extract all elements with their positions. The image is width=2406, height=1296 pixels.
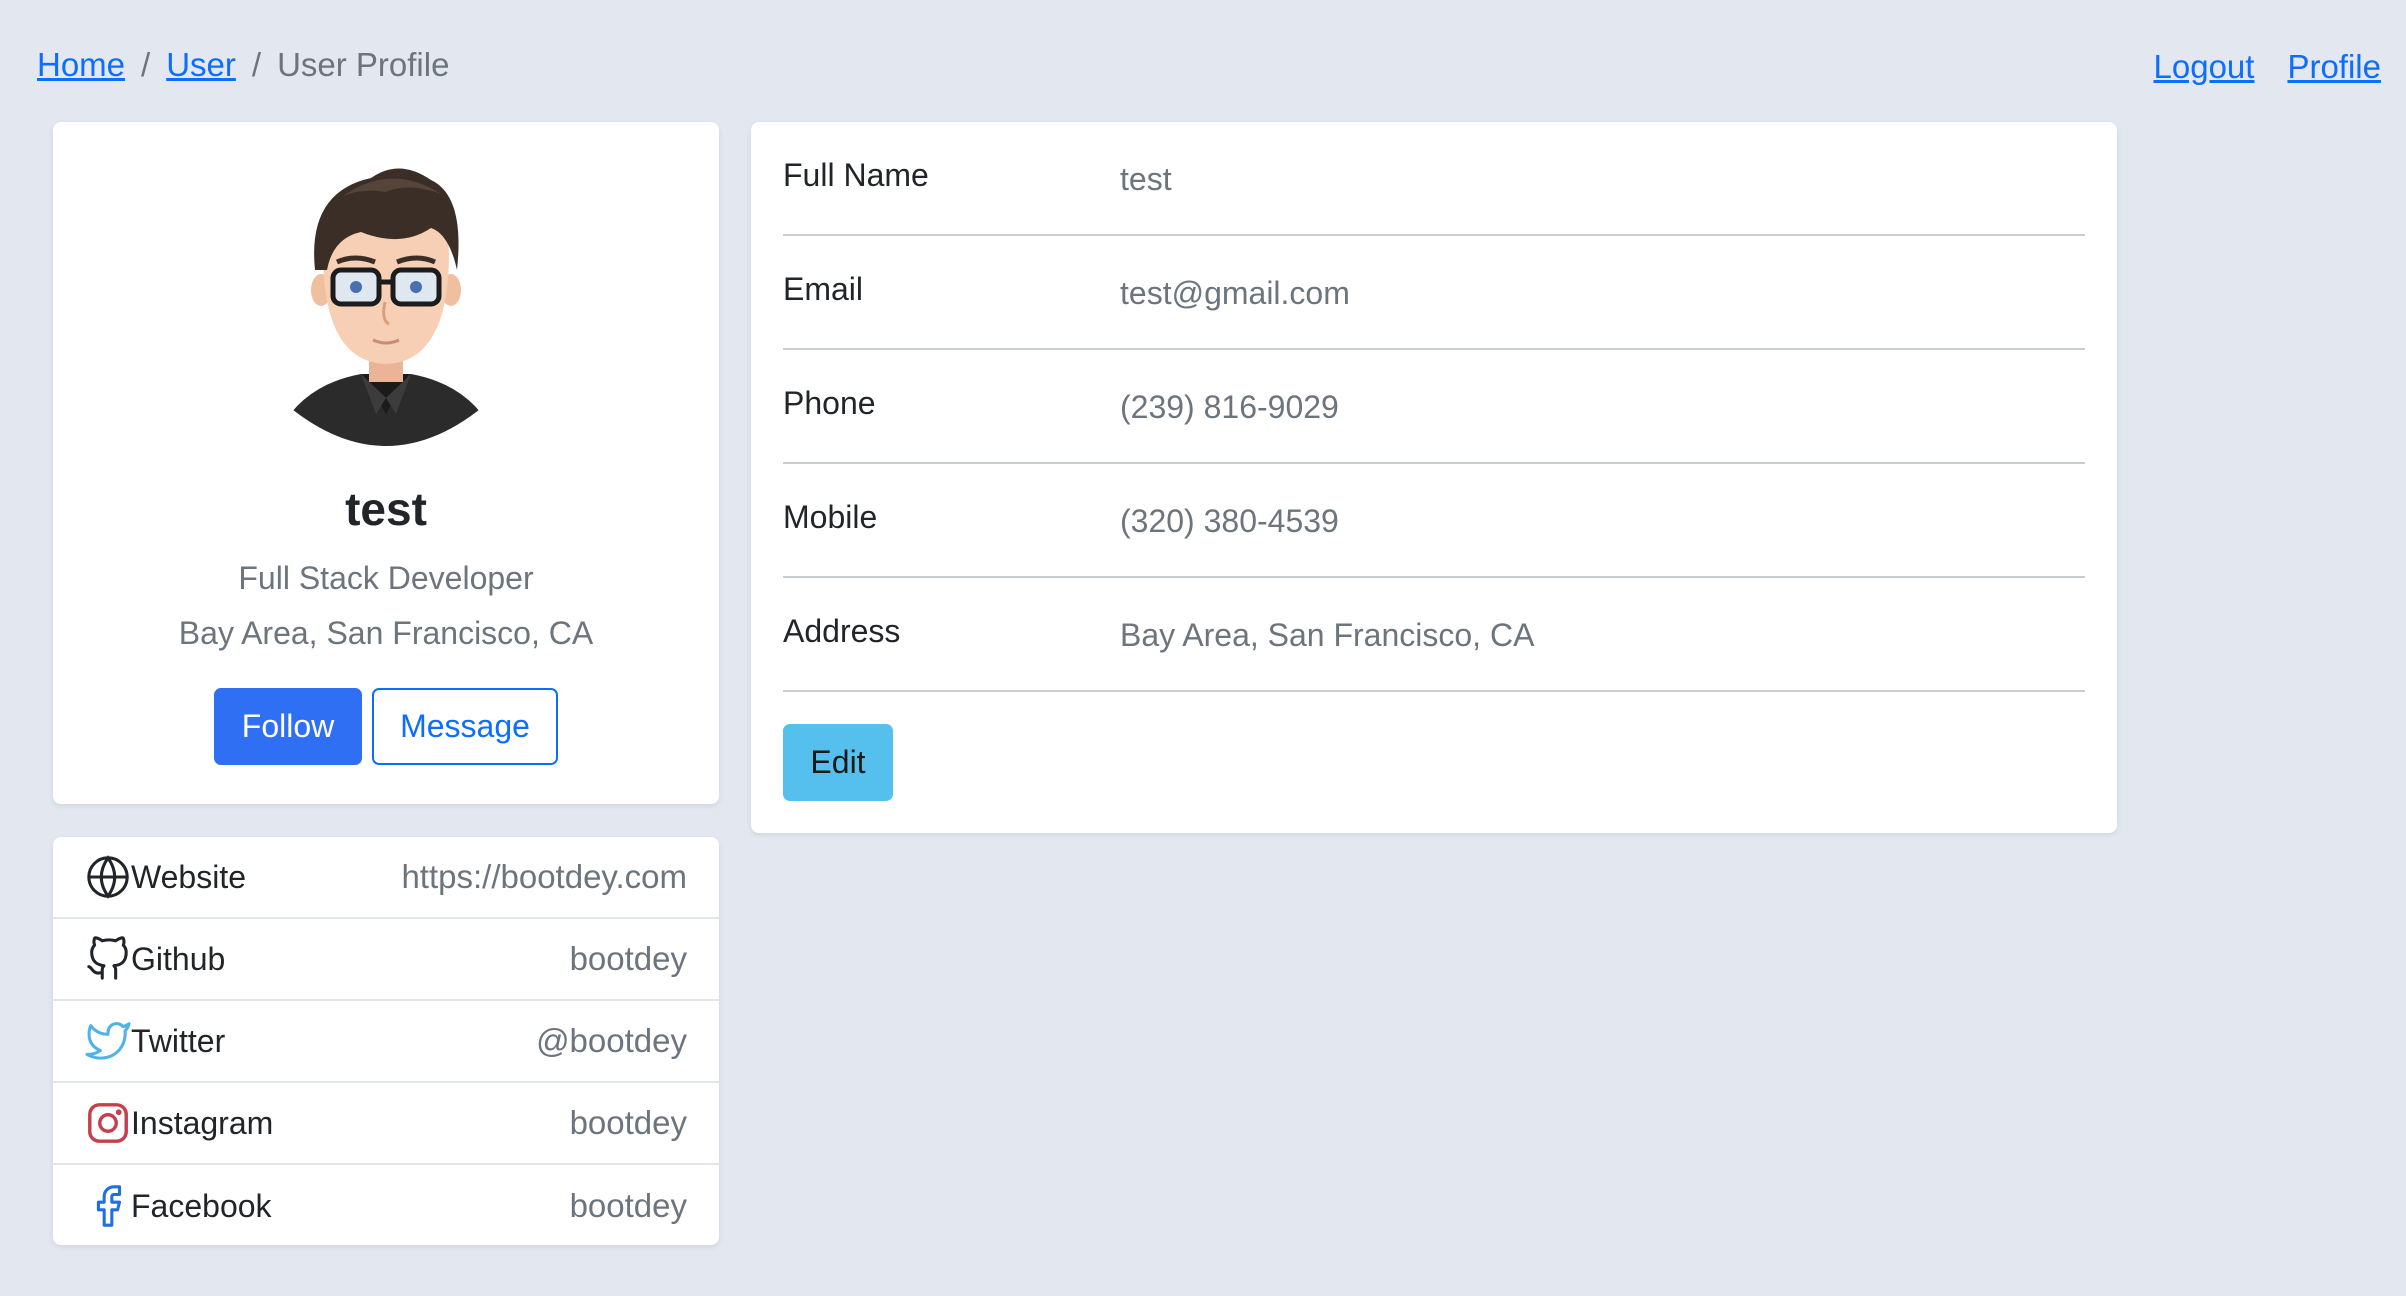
detail-row-address: Address Bay Area, San Francisco, CA (783, 578, 2085, 692)
social-label: Website (131, 858, 247, 895)
facebook-icon (85, 1183, 131, 1229)
avatar (281, 168, 491, 446)
social-item-instagram[interactable]: Instagram bootdey (53, 1083, 719, 1165)
github-icon (85, 936, 131, 982)
logout-link[interactable]: Logout (2154, 48, 2255, 86)
edit-button[interactable]: Edit (783, 724, 893, 801)
social-value: bootdey (569, 940, 687, 977)
message-button[interactable]: Message (372, 688, 558, 765)
detail-label: Mobile (783, 498, 878, 535)
twitter-icon (85, 1018, 131, 1064)
social-item-github[interactable]: Github bootdey (53, 919, 719, 1001)
detail-value: (320) 380-4539 (1120, 502, 1339, 539)
social-label: Facebook (131, 1187, 272, 1224)
profile-location: Bay Area, San Francisco, CA (178, 615, 594, 651)
profile-card: test Full Stack Developer Bay Area, San … (53, 122, 719, 804)
social-item-facebook[interactable]: Facebook bootdey (53, 1165, 719, 1247)
social-label: Instagram (131, 1104, 274, 1141)
detail-value: Bay Area, San Francisco, CA (1120, 616, 1535, 653)
detail-value: test@gmail.com (1120, 274, 1350, 311)
detail-value: (239) 816-9029 (1120, 388, 1339, 425)
detail-label: Email (783, 270, 864, 307)
social-item-twitter[interactable]: Twitter @bootdey (53, 1001, 719, 1083)
social-links-card: Website https://bootdey.com Github bootd… (53, 837, 719, 1245)
social-item-website[interactable]: Website https://bootdey.com (53, 837, 719, 919)
top-nav: Logout Profile (2154, 48, 2381, 86)
profile-link[interactable]: Profile (2287, 48, 2381, 86)
social-label: Github (131, 940, 226, 977)
breadcrumb: Home / User / User Profile (37, 46, 449, 84)
social-value: https://bootdey.com (401, 858, 687, 895)
breadcrumb-separator: / (251, 46, 262, 83)
profile-role: Full Stack Developer (238, 560, 534, 596)
breadcrumb-current: User Profile (277, 46, 450, 83)
profile-actions: Follow Message (53, 688, 719, 765)
detail-value: test (1120, 160, 1172, 197)
breadcrumb-home-link[interactable]: Home (37, 46, 125, 84)
detail-label: Full Name (783, 156, 929, 193)
social-value: bootdey (569, 1187, 687, 1224)
detail-row-phone: Phone (239) 816-9029 (783, 350, 2085, 464)
social-value: bootdey (569, 1104, 687, 1141)
breadcrumb-user-link[interactable]: User (166, 46, 236, 84)
detail-row-full-name: Full Name test (783, 122, 2085, 236)
globe-icon (85, 854, 131, 900)
detail-row-email: Email test@gmail.com (783, 236, 2085, 350)
detail-row-mobile: Mobile (320) 380-4539 (783, 464, 2085, 578)
detail-label: Address (783, 612, 901, 649)
detail-label: Phone (783, 384, 876, 421)
instagram-icon (85, 1100, 131, 1146)
social-value: @bootdey (536, 1022, 687, 1059)
profile-details-card: Full Name test Email test@gmail.com Phon… (751, 122, 2117, 833)
breadcrumb-separator: / (141, 46, 151, 83)
social-label: Twitter (131, 1022, 226, 1059)
follow-button[interactable]: Follow (214, 688, 362, 765)
profile-name: test (345, 483, 427, 535)
